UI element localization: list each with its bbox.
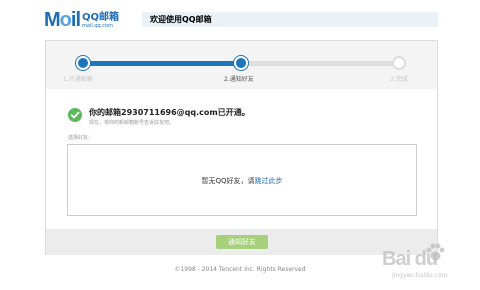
- main-card: 1.开通邮箱 2.通知好友 3.完成 你的邮箱2930711696@qq.com…: [45, 40, 438, 255]
- empty-friends-text: 暂无QQ好友，请: [201, 177, 255, 185]
- logo-url-text: mail.qq.com: [82, 22, 113, 29]
- page-title: 欢迎使用QQ邮箱: [150, 15, 212, 24]
- empty-friends-message: 暂无QQ好友，请跳过此步: [68, 176, 416, 186]
- check-circle-icon: [68, 108, 82, 122]
- activation-message: 你的邮箱2930711696@qq.com已开通。: [89, 108, 250, 117]
- baidu-watermark: Bai du jingyan.baidu.com: [368, 240, 478, 288]
- step-node-2: [234, 56, 248, 70]
- step-node-1: [76, 56, 90, 70]
- step-label-3: 3.完成: [390, 76, 408, 83]
- select-friends-label: 选择好友：: [68, 135, 94, 141]
- activation-tip: 现在，将你的新邮箱帐号告诉好友吧。: [89, 120, 175, 126]
- paw-icon: [426, 243, 445, 261]
- logo-qq-text: QQ邮箱: [82, 11, 120, 23]
- progress-track-pending: [241, 61, 399, 66]
- logo-mail-text: Moil: [44, 9, 81, 31]
- notify-friends-button[interactable]: 通知好友: [216, 235, 268, 249]
- progress-steps: 1.开通邮箱 2.通知好友 3.完成: [46, 41, 437, 89]
- progress-track-done: [83, 61, 241, 66]
- friends-list-box: 暂无QQ好友，请跳过此步: [67, 144, 417, 216]
- step-label-2: 2.通知好友: [224, 76, 254, 83]
- step-node-3: [392, 56, 406, 70]
- step-label-1: 1.开通邮箱: [63, 76, 93, 83]
- watermark-subtext: jingyan.baidu.com: [392, 272, 448, 279]
- qqmail-logo: Moil QQ邮箱 mail.qq.com: [44, 9, 119, 31]
- skip-step-link[interactable]: 跳过此步: [255, 177, 283, 185]
